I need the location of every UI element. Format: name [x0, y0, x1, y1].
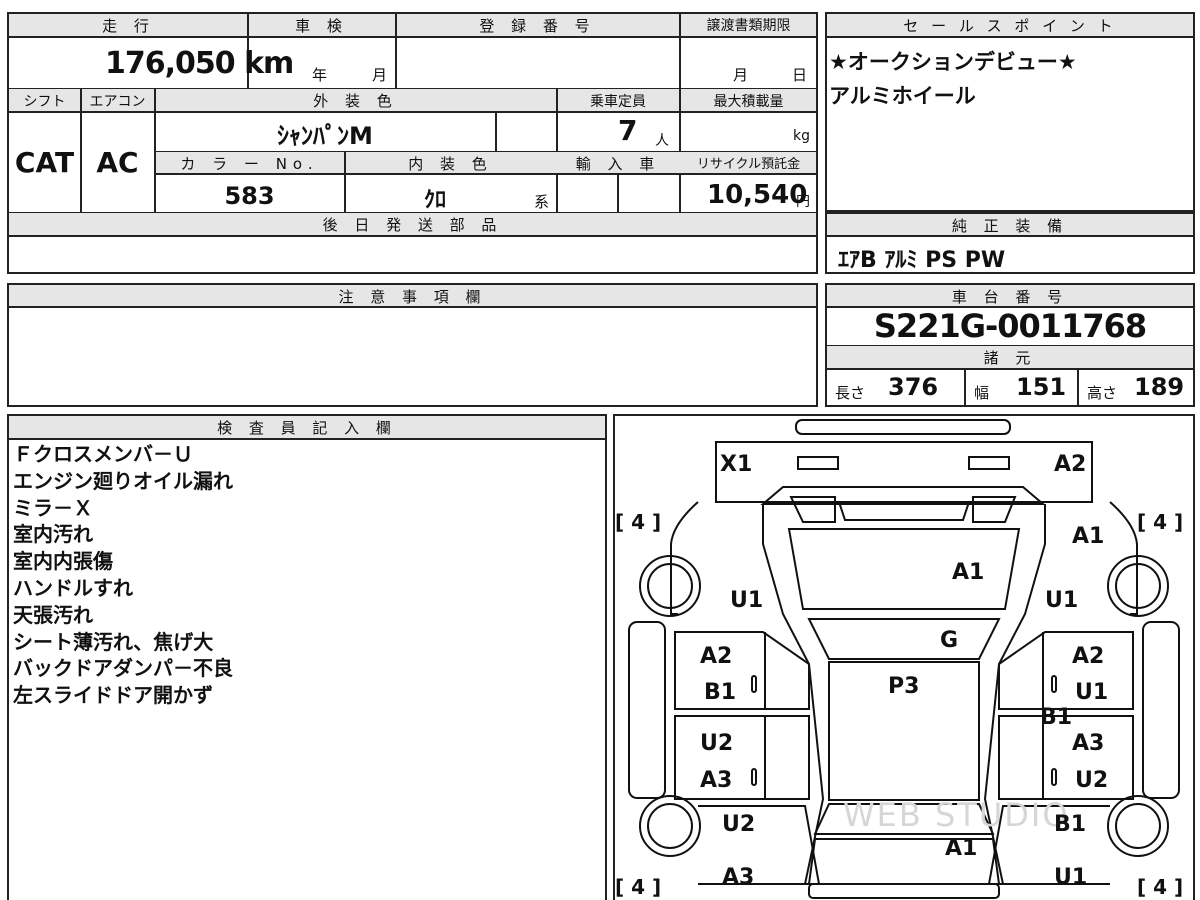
inspector-note: 室内汚れ [13, 522, 93, 547]
max-load-unit: kg [793, 128, 810, 144]
code-left-rear-door-1: U2 [700, 731, 734, 756]
sales-point-2: アルミホイール [829, 84, 976, 108]
inspector-note: バックドアダンパ－不良 [13, 656, 233, 681]
inspector-note: Ｆクロスメンバ－Ｕ [13, 442, 193, 466]
code-right-fender: U1 [1045, 588, 1079, 613]
code-right-rear-door-2: U2 [1075, 768, 1109, 793]
mileage-value: 176,050 km [105, 46, 294, 81]
recycle-unit: 円 [796, 194, 810, 210]
recycle-label: リサイクル預託金 [696, 157, 801, 172]
chassis-label: 車 台 番 号 [951, 288, 1069, 306]
sales-points-box [825, 12, 1195, 212]
code-left-rear-corner: A3 [722, 865, 755, 890]
shift-value: CAT [14, 146, 75, 179]
inspector-note: シート薄汚れ、焦げ大 [13, 629, 214, 654]
inspector-notes-list: Ｆクロスメンバ－Ｕ エンジン廻りオイル漏れ ミラ－Ｘ 室内汚れ 室内内張傷 ハン… [13, 441, 233, 709]
inspector-note: 室内内張傷 [13, 549, 113, 574]
code-windshield: G [940, 628, 959, 653]
interior-color-suffix: 系 [534, 193, 550, 211]
inspector-note: 左スライドドア開かず [13, 683, 213, 708]
registration-label: 登 録 番 号 [479, 17, 596, 35]
transfer-deadline-label: 譲渡書類期限 [706, 18, 791, 34]
code-right-front-door-1: A2 [1072, 644, 1105, 669]
length-value: 376 [888, 373, 939, 401]
color-no-label: カ ラ ー No. [180, 155, 319, 173]
tire-mark-rear-left: [ 4 ] [615, 875, 662, 899]
height-value: 189 [1134, 373, 1185, 401]
inspector-label: 検 査 員 記 入 欄 [217, 419, 397, 437]
code-hood: A1 [952, 560, 985, 585]
chassis-value: S221G-0011768 [873, 307, 1147, 345]
width-value: 151 [1016, 373, 1067, 401]
code-roof: P3 [888, 674, 920, 699]
exterior-color-label: 外 装 色 [313, 92, 398, 110]
code-right-rear-door-1: A3 [1072, 731, 1105, 756]
code-right-fender-top: A1 [1072, 524, 1105, 549]
code-right-quarter: B1 [1054, 812, 1087, 837]
code-left-front-door-2: B1 [704, 680, 737, 705]
recycle-value: 10,540 [707, 180, 808, 210]
transfer-month-unit: 月 [733, 66, 749, 84]
inspection-label: 車 検 [295, 17, 348, 35]
code-left-quarter: U2 [722, 812, 756, 837]
max-load-label: 最大積載量 [713, 94, 784, 110]
code-left-front-door-1: A2 [700, 644, 733, 669]
inspector-note: 天張汚れ [13, 602, 93, 627]
color-no-value: 583 [224, 182, 275, 210]
code-right-front-door-2: U1 [1075, 680, 1109, 705]
sales-points-label: セ ー ル ス ポ イ ン ト [903, 17, 1117, 35]
length-label: 長さ [835, 384, 866, 402]
later-parts-label: 後 日 発 送 部 品 [322, 216, 503, 234]
capacity-unit: 人 [655, 133, 669, 149]
inspector-note: ハンドルすれ [13, 575, 133, 600]
code-left-fender: U1 [730, 588, 764, 613]
code-back-door: A1 [945, 836, 978, 861]
tire-mark-front-left: [ 4 ] [615, 510, 662, 534]
width-label: 幅 [974, 384, 990, 402]
interior-color-value: ｸﾛ [423, 188, 446, 213]
code-front-left: X1 [720, 452, 753, 477]
tire-mark-rear-right: [ 4 ] [1137, 875, 1184, 899]
code-right-rear-corner: U1 [1054, 865, 1088, 890]
diagram-watermark: WEB STUDIO [843, 796, 1070, 834]
shift-label: シフト [23, 94, 66, 110]
code-right-sill: B1 [1040, 705, 1073, 730]
capacity-value: 7 [618, 114, 638, 147]
code-front-right: A2 [1054, 452, 1087, 477]
inspector-note: エンジン廻りオイル漏れ [13, 468, 233, 493]
inspection-year-unit: 年 [312, 66, 328, 84]
code-left-rear-door-2: A3 [700, 768, 733, 793]
equipment-label: 純 正 装 備 [951, 217, 1069, 235]
ac-value: AC [96, 146, 139, 179]
inspection-month-unit: 月 [372, 66, 388, 84]
mileage-label: 走 行 [102, 17, 155, 35]
notes-label: 注 意 事 項 欄 [338, 288, 487, 306]
ac-label: エアコン [89, 94, 146, 110]
equipment-value: ｴｱB ｱﾙﾐ PS PW [838, 248, 1006, 273]
specs-label: 諸 元 [983, 349, 1037, 367]
interior-color-label: 内 装 色 [408, 155, 493, 173]
exterior-color-value: ｼｬﾝﾊﾟﾝM [277, 122, 373, 150]
transfer-day-unit: 日 [792, 66, 808, 84]
capacity-label: 乗車定員 [590, 94, 646, 110]
sales-point-1: ★オークションデビュー★ [829, 50, 1077, 74]
height-label: 高さ [1087, 384, 1118, 402]
inspector-note: ミラ－Ｘ [13, 495, 93, 520]
tire-mark-front-right: [ 4 ] [1137, 510, 1184, 534]
import-label: 輸 入 車 [575, 155, 661, 173]
